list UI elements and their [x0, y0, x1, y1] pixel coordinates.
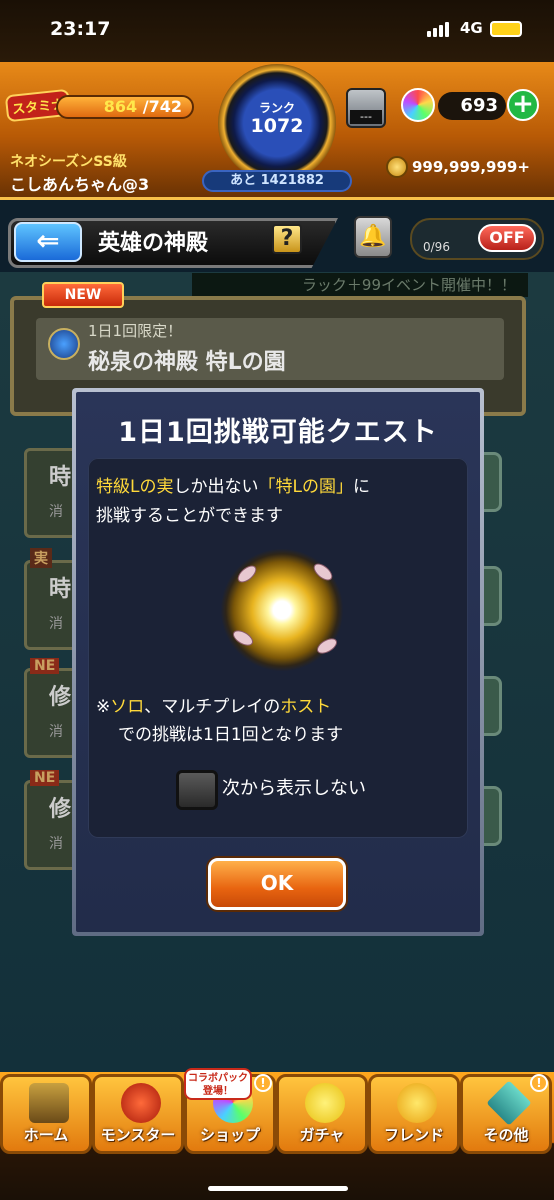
- signal-icon: [427, 22, 449, 37]
- event-ticker: ラック＋99イベント開催中！！: [192, 273, 528, 297]
- stamina-current: 864: [103, 97, 138, 116]
- other-icon: [486, 1080, 532, 1126]
- tab-home[interactable]: ホーム: [0, 1074, 92, 1154]
- quest-badge: 実: [30, 548, 52, 568]
- gacha-icon: [305, 1083, 345, 1123]
- clock: 23:17: [50, 18, 111, 40]
- bell-icon[interactable]: 🔔: [354, 216, 392, 258]
- quest-item[interactable]: 修消: [24, 668, 78, 758]
- orb-icon: [401, 88, 435, 122]
- tab-monster[interactable]: モンスター: [92, 1074, 184, 1154]
- dialog-note-2: での挑戦は1日1回となります: [118, 725, 344, 745]
- quest-badge: NE: [30, 658, 60, 674]
- dialog-title: 1日1回挑戦可能クエスト: [118, 417, 438, 448]
- tab-friend[interactable]: フレンド: [368, 1074, 460, 1154]
- help-button[interactable]: ?: [272, 224, 302, 254]
- stamina-max: /742: [142, 97, 182, 116]
- username: こしあんちゃん@3: [10, 175, 150, 194]
- back-button[interactable]: ⇐: [14, 222, 82, 262]
- off-toggle[interactable]: OFF: [478, 224, 536, 252]
- dialog-line-2: 挑戦することができます: [96, 506, 283, 526]
- stamina-bar[interactable]: 864 /742: [56, 95, 194, 119]
- left-arrow-icon: ⇐: [36, 224, 60, 257]
- pendant-icon: [48, 328, 80, 360]
- orb-count: 693: [438, 92, 506, 120]
- featured-sub: 1日1回限定！: [88, 322, 183, 340]
- season-rank: ネオシーズンSS級: [10, 154, 127, 170]
- coin-icon: [386, 156, 408, 178]
- tab-gacha[interactable]: ガチャ: [276, 1074, 368, 1154]
- new-badge: NEW: [42, 282, 124, 308]
- monster-icon: [121, 1083, 161, 1123]
- dont-show-label[interactable]: 次から表示しない: [222, 774, 366, 800]
- quest-item[interactable]: 時消: [24, 560, 78, 650]
- dialog-line-1: 特級Lの実しか出ない「特Lの園」に: [96, 477, 370, 497]
- buy-orb-button[interactable]: +: [507, 89, 539, 121]
- rank-label: ランク: [258, 101, 295, 115]
- dialog-note-1: ※ソロ、マルチプレイのホスト: [96, 697, 332, 717]
- coin-count: 999,999,999+: [412, 158, 530, 176]
- hatch-display: ---: [350, 110, 382, 124]
- collab-pack-badge: コラボパック登場！: [184, 1068, 252, 1100]
- rank-value: 1072: [250, 115, 304, 137]
- status-bar: 23:17 4G: [0, 0, 554, 62]
- battery-icon: [490, 21, 522, 37]
- quest-badge: NE: [30, 770, 60, 786]
- page-title: 英雄の神殿: [98, 231, 209, 256]
- ok-button[interactable]: OK: [208, 858, 346, 910]
- network-type: 4G: [460, 19, 483, 37]
- home-indicator: [208, 1186, 348, 1191]
- friend-icon: [397, 1083, 437, 1123]
- toggle-counter: 0/96: [423, 240, 450, 254]
- hatch-icon[interactable]: ---: [346, 88, 386, 128]
- rank-remaining: あと 1421882: [202, 170, 352, 192]
- home-icon: [29, 1083, 69, 1123]
- dont-show-checkbox[interactable]: [176, 770, 218, 810]
- quest-item[interactable]: 修消: [24, 780, 78, 870]
- alert-icon: !: [254, 1074, 272, 1092]
- featured-name: 秘泉の神殿 特Lの園: [88, 350, 286, 375]
- quest-item[interactable]: 時消: [24, 448, 78, 538]
- alert-icon: !: [530, 1074, 548, 1092]
